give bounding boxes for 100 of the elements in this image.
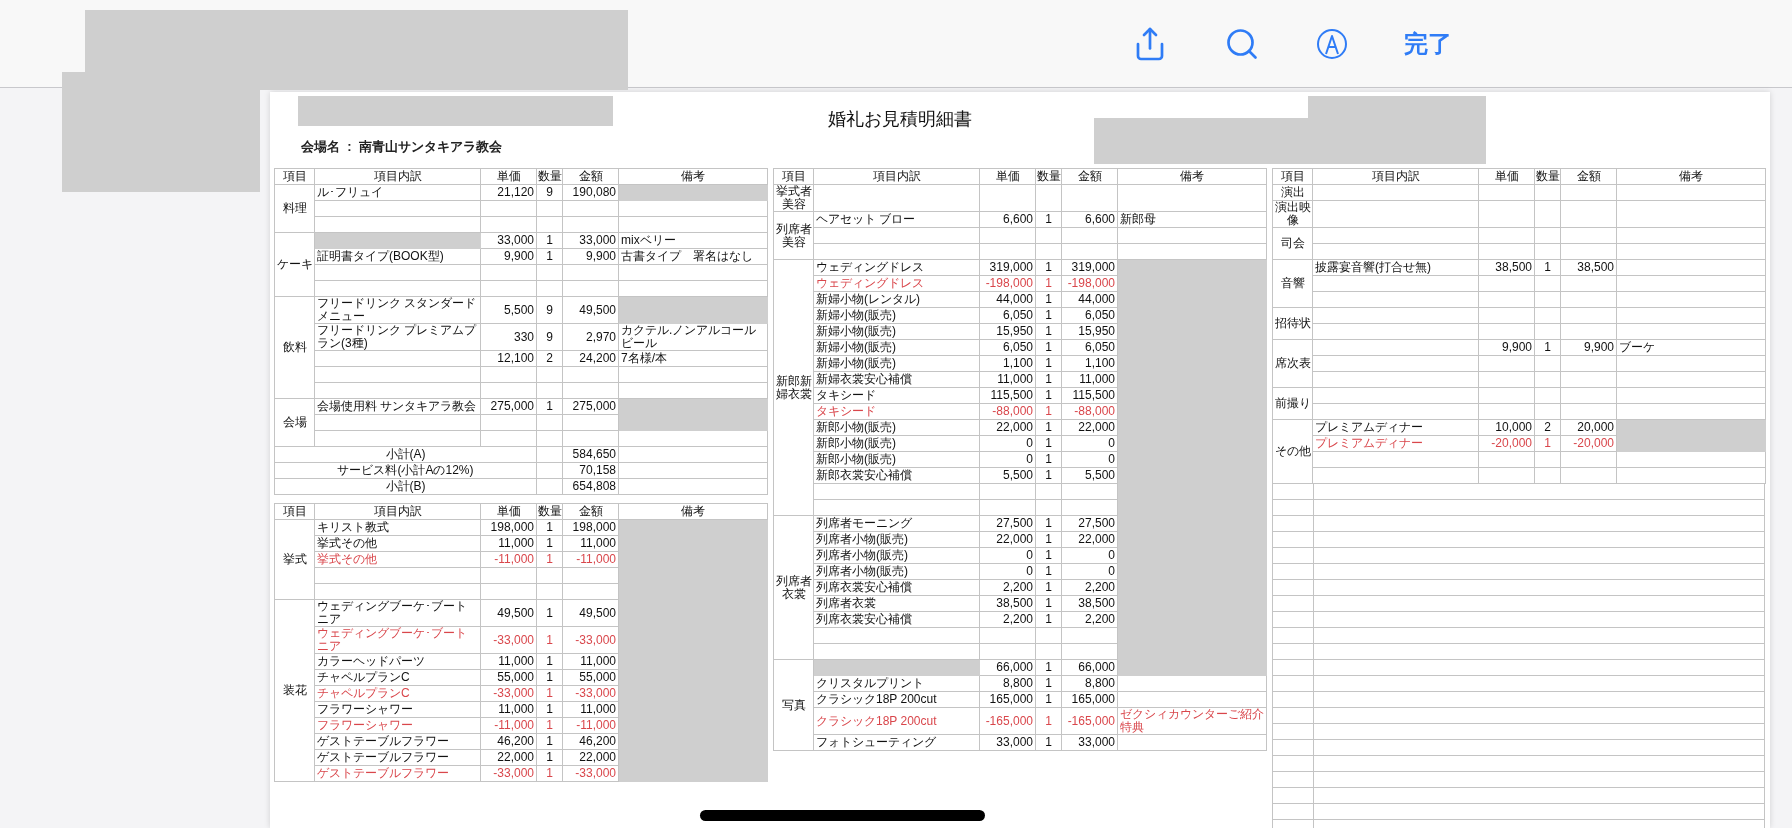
table-cell: 1 (1035, 307, 1062, 324)
column-header: 項目 (1272, 168, 1313, 185)
table-cell: 66,000 (979, 659, 1036, 676)
table-cell: フラワーシャワー (314, 701, 481, 718)
category-label: 列席者衣裳 (773, 515, 814, 660)
table-cell: 165,000 (1061, 691, 1118, 708)
table-cell: 2 (1534, 419, 1561, 436)
table-cell: 55,000 (480, 669, 537, 686)
table-cell: 証明書タイプ(BOOK型) (314, 248, 481, 265)
table-cell: プレミアムディナー (1312, 419, 1479, 436)
column-header: 項目 (274, 168, 315, 185)
table-cell: 11,000 (562, 701, 619, 718)
table-cell: 1 (1035, 563, 1062, 580)
table-cell: タキシード (813, 387, 980, 404)
table-cell: フラワーシャワー (314, 717, 481, 734)
table-cell: 319,000 (1061, 259, 1118, 276)
table-cell: 15,950 (1061, 323, 1118, 340)
table-cell: 49,500 (480, 599, 537, 627)
table-cell: 1 (536, 551, 563, 568)
table-cell: 新婦小物(販売) (813, 307, 980, 324)
column-header: 単価 (480, 503, 537, 520)
table-cell: 9 (536, 323, 563, 351)
table-cell: 9 (536, 296, 563, 324)
table-cell: 275,000 (562, 398, 619, 415)
column-header: 単価 (979, 168, 1036, 185)
column-header: 数量 (1534, 168, 1561, 185)
table-cell: -11,000 (480, 717, 537, 734)
table-cell: -165,000 (1061, 707, 1118, 735)
table-cell: チャペルプランC (314, 685, 481, 702)
subtotal-label: 小計(B) (274, 478, 537, 495)
table-cell: -33,000 (480, 765, 537, 782)
table-cell: 列席者小物(販売) (813, 531, 980, 548)
table-cell: 330 (480, 323, 537, 351)
table-cell: 46,200 (480, 733, 537, 750)
category-label: その他 (1272, 419, 1313, 484)
table-cell: 38,500 (1478, 259, 1535, 276)
table-cell: 1 (1035, 339, 1062, 356)
table-cell: 新婦小物(販売) (813, 339, 980, 356)
column-header: 項目 (773, 168, 814, 185)
table-cell: 38,500 (979, 595, 1036, 612)
table-cell: -11,000 (562, 551, 619, 568)
category-label: 挙式者美容 (773, 184, 814, 212)
table-cell: 33,000 (562, 232, 619, 249)
table-cell: 2,200 (1061, 611, 1118, 628)
table-cell: 1 (1035, 734, 1062, 751)
table-cell: 33,000 (979, 734, 1036, 751)
table-cell: 新郎小物(販売) (813, 419, 980, 436)
table-cell: 1 (536, 248, 563, 265)
column-header: 備考 (1117, 168, 1267, 185)
table-cell: 1 (1035, 435, 1062, 452)
column-header: 単価 (480, 168, 537, 185)
table-cell: 9,900 (480, 248, 537, 265)
table-cell: 新婦小物(販売) (813, 355, 980, 372)
table-cell: 1 (1035, 371, 1062, 388)
column-header: 金額 (1061, 168, 1118, 185)
table-cell: 1 (536, 749, 563, 766)
table-cell: 列席者小物(販売) (813, 563, 980, 580)
table-cell: 1 (1035, 403, 1062, 420)
category-label: 新郎新婦衣裳 (773, 259, 814, 516)
table-cell: 1 (1035, 675, 1062, 692)
table-cell: -198,000 (1061, 275, 1118, 292)
done-button[interactable]: 完了 (1404, 27, 1452, 60)
table-cell: 6,600 (979, 211, 1036, 228)
table-cell: 1 (536, 685, 563, 702)
table-cell: 44,000 (1061, 291, 1118, 308)
table-cell: 27,500 (1061, 515, 1118, 532)
table-cell: 1 (536, 717, 563, 734)
table-cell: 0 (979, 435, 1036, 452)
table-cell: チャペルプランC (314, 669, 481, 686)
table-cell: -20,000 (1560, 435, 1617, 452)
table-cell: 49,500 (562, 296, 619, 324)
table-cell: -11,000 (480, 551, 537, 568)
table-cell: プレミアムディナー (1312, 435, 1479, 452)
table-cell: 6,050 (979, 339, 1036, 356)
category-label: 前撮り (1272, 387, 1313, 420)
table-cell: -165,000 (979, 707, 1036, 735)
table-cell: -198,000 (979, 275, 1036, 292)
table-cell: 22,000 (1061, 419, 1118, 436)
table-cell: 1 (1035, 355, 1062, 372)
table-cell: 2,200 (1061, 579, 1118, 596)
table-cell: 2,200 (979, 611, 1036, 628)
table-cell: -33,000 (562, 626, 619, 654)
table-cell: 5,500 (979, 467, 1036, 484)
table-cell: 新婦衣裳安心補償 (813, 371, 980, 388)
table-cell: 挙式その他 (314, 551, 481, 568)
table-cell: 1 (1035, 291, 1062, 308)
column-header: 数量 (1035, 168, 1062, 185)
table-cell: ウェディングドレス (813, 259, 980, 276)
table-cell: タキシード (813, 403, 980, 420)
table-cell: 1 (1035, 547, 1062, 564)
table-cell: 11,000 (480, 535, 537, 552)
table-cell: 1 (1035, 467, 1062, 484)
table-cell: 1 (1035, 259, 1062, 276)
table-cell: 1 (1035, 323, 1062, 340)
table-cell: 11,000 (979, 371, 1036, 388)
column-header: 金額 (1560, 168, 1617, 185)
table-cell: 1 (536, 398, 563, 415)
table-cell: ウェディングブーケ･ブートニア (314, 626, 481, 654)
table-cell: 38,500 (1560, 259, 1617, 276)
table-cell: クラシック18P 200cut (813, 691, 980, 708)
